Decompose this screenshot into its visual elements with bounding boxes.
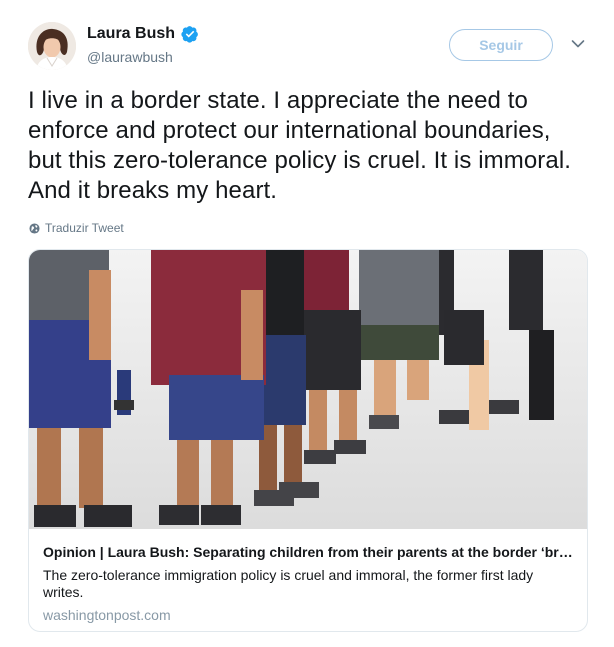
follow-button[interactable]: Seguir <box>449 29 553 61</box>
photo-children-in-line <box>29 250 587 529</box>
card-domain: washingtonpost.com <box>43 607 171 623</box>
profile-photo <box>28 22 76 70</box>
tweet-text: I live in a border state. I appreciate t… <box>28 87 572 204</box>
globe-icon <box>29 222 40 234</box>
card-description: The zero-tolerance immigration policy is… <box>43 567 534 600</box>
translate-tweet-link[interactable]: Traduzir Tweet <box>29 221 124 235</box>
author-name-row[interactable]: Laura Bush <box>87 25 199 43</box>
author-handle[interactable]: @laurawbush <box>87 49 173 65</box>
card-title[interactable]: Opinion | Laura Bush: Separating childre… <box>43 544 575 560</box>
translate-label: Traduzir Tweet <box>45 221 124 235</box>
avatar[interactable] <box>28 22 76 70</box>
link-card[interactable]: Opinion | Laura Bush: Separating childre… <box>28 249 588 632</box>
chevron-down-icon[interactable] <box>571 39 585 49</box>
display-name[interactable]: Laura Bush <box>87 25 175 43</box>
verified-badge-icon <box>181 26 198 43</box>
tweet: Laura Bush @laurawbush Seguir I live in … <box>0 0 614 647</box>
